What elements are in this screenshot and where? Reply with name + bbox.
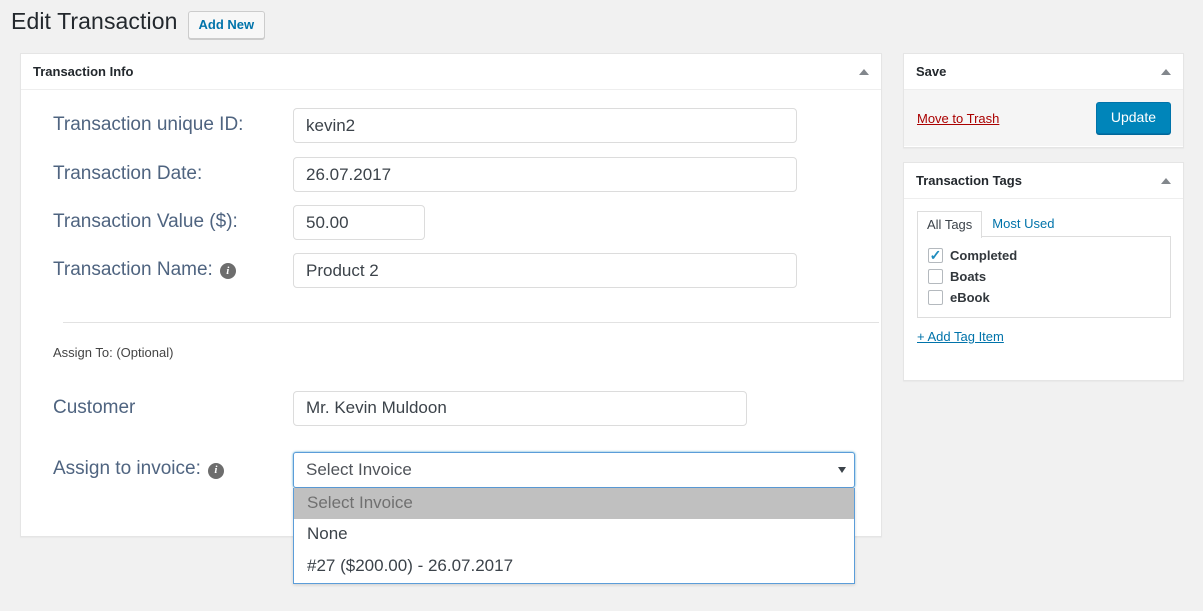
field-row-transaction-value: Transaction Value ($):	[21, 205, 881, 240]
transaction-tags-panel-header[interactable]: Transaction Tags	[904, 163, 1183, 199]
tag-item-ebook[interactable]: eBook	[928, 287, 1160, 308]
label-transaction-name: Transaction Name: i	[53, 259, 293, 282]
save-panel: Save Move to Trash Update	[903, 53, 1184, 148]
move-to-trash-link[interactable]: Move to Trash	[917, 111, 999, 126]
invoice-select[interactable]: Select Invoice	[293, 451, 855, 488]
invoice-option-27[interactable]: #27 ($200.00) - 26.07.2017	[294, 551, 854, 583]
label-customer: Customer	[53, 396, 136, 418]
chevron-down-icon[interactable]	[838, 466, 846, 473]
update-button[interactable]: Update	[1095, 101, 1171, 135]
invoice-option-select-invoice[interactable]: Select Invoice	[294, 487, 854, 520]
section-divider	[63, 322, 879, 323]
label-assign-to-invoice: Assign to invoice: i	[53, 458, 293, 481]
page-title: Edit Transaction	[11, 8, 178, 34]
tag-checkbox-list: ✓ Completed Boats eBook	[917, 236, 1171, 319]
transaction-value-input[interactable]	[293, 205, 425, 240]
checkbox-completed[interactable]: ✓	[928, 246, 943, 264]
tag-label: Boats	[950, 269, 987, 285]
label-transaction-value: Transaction Value ($):	[53, 211, 238, 233]
invoice-select-value: Select Invoice	[306, 459, 412, 479]
transaction-name-input[interactable]	[293, 253, 797, 288]
panel-title: Transaction Tags	[916, 173, 1022, 188]
label-transaction-date: Transaction Date:	[53, 163, 203, 185]
transaction-info-panel-header[interactable]: Transaction Info	[21, 54, 881, 90]
transaction-info-body: Transaction unique ID: Transaction Date:…	[21, 108, 881, 584]
assign-to-heading-row: Assign To: (Optional)	[21, 345, 881, 361]
tag-label: Completed	[950, 248, 1018, 264]
tag-item-boats[interactable]: Boats	[928, 266, 1160, 287]
invoice-option-none[interactable]: None	[294, 519, 854, 551]
panel-title: Transaction Info	[33, 64, 134, 79]
tag-item-completed[interactable]: ✓ Completed	[928, 245, 1160, 266]
tags-tabs: All Tags Most Used	[917, 210, 1171, 239]
invoice-select-wrapper: Select Invoice Select Invoice None #27 (…	[293, 451, 855, 584]
triangle-up-icon[interactable]	[1161, 177, 1171, 184]
tab-most-used[interactable]: Most Used	[982, 210, 1064, 237]
info-icon[interactable]: i	[219, 263, 236, 280]
field-row-assign-to-invoice: Assign to invoice: i Select Invoice Sele…	[21, 451, 881, 584]
tag-label: eBook	[950, 290, 990, 306]
assign-to-heading: Assign To: (Optional)	[53, 345, 174, 360]
save-panel-header[interactable]: Save	[904, 54, 1183, 90]
add-new-button[interactable]: Add New	[187, 10, 266, 40]
field-row-transaction-name: Transaction Name: i	[21, 253, 881, 288]
add-tag-item-link[interactable]: + Add Tag Item	[917, 329, 1004, 344]
triangle-up-icon[interactable]	[859, 68, 869, 75]
panel-title: Save	[916, 64, 947, 79]
invoice-select-dropdown[interactable]: Select Invoice None #27 ($200.00) - 26.0…	[293, 487, 855, 584]
transaction-tags-panel: Transaction Tags All Tags Most Used ✓ Co…	[903, 162, 1184, 381]
field-row-transaction-unique-id: Transaction unique ID:	[21, 108, 881, 143]
tab-all-tags[interactable]: All Tags	[917, 211, 983, 239]
checkbox-ebook[interactable]	[928, 290, 943, 306]
transaction-tags-body: All Tags Most Used ✓ Completed Boats eBo…	[904, 199, 1183, 358]
check-icon: ✓	[929, 246, 942, 263]
save-panel-body: Move to Trash Update	[904, 90, 1183, 146]
page-header: Edit Transaction Add New	[11, 7, 266, 40]
label-transaction-unique-id: Transaction unique ID:	[53, 114, 244, 136]
info-icon[interactable]: i	[207, 462, 224, 479]
transaction-unique-id-input[interactable]	[293, 108, 797, 143]
transaction-date-input[interactable]	[293, 157, 797, 192]
checkbox-boats[interactable]	[928, 269, 943, 285]
field-row-transaction-date: Transaction Date:	[21, 157, 881, 192]
triangle-up-icon[interactable]	[1161, 68, 1171, 75]
field-row-customer: Customer	[21, 390, 881, 426]
customer-input[interactable]	[293, 390, 747, 426]
transaction-info-panel: Transaction Info Transaction unique ID: …	[20, 53, 882, 584]
